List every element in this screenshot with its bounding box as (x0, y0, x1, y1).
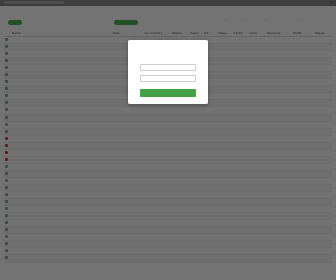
password-field[interactable] (140, 75, 196, 82)
username-field[interactable] (140, 64, 196, 71)
login-modal (128, 40, 208, 104)
login-button[interactable] (140, 89, 196, 97)
